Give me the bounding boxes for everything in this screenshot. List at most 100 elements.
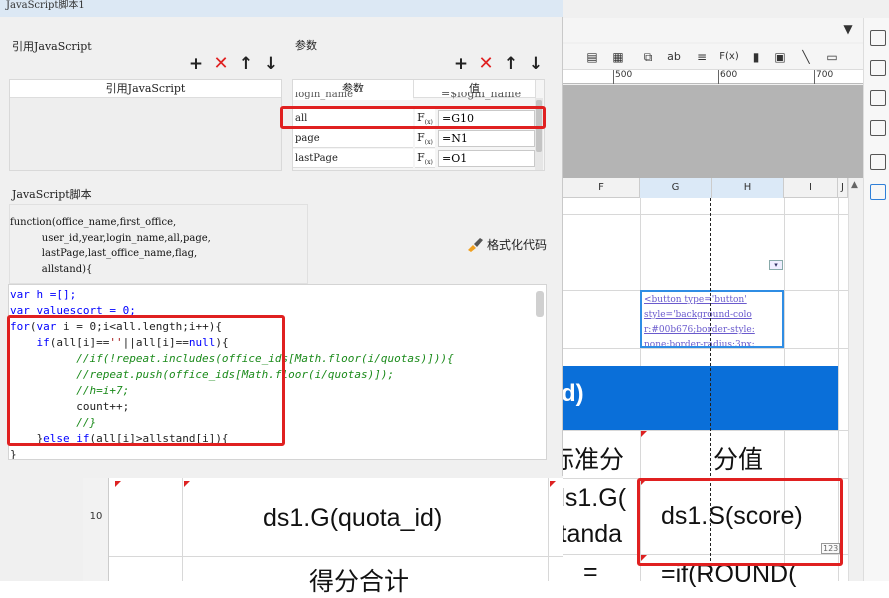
crop-icon[interactable] — [870, 90, 886, 106]
param-delete-button[interactable]: ✕ — [477, 55, 495, 73]
params-table[interactable]: 参数 值 login_name =$login_name all F(x) pa… — [292, 79, 545, 171]
link-icon[interactable] — [870, 184, 886, 200]
param-row-all[interactable]: all F(x) — [293, 109, 536, 129]
param-move-up-button[interactable]: ↑ — [502, 55, 520, 73]
param-name: all — [293, 109, 413, 128]
html-button-cell[interactable]: <button type='button' style='background-… — [640, 290, 784, 348]
params-section-label: 参数 — [295, 39, 317, 52]
signature-line: lastPage,last_office_name,flag, — [10, 248, 198, 259]
cell-border-icon[interactable]: ▤ — [583, 48, 601, 66]
bar-chart-icon[interactable]: ▮ — [747, 48, 765, 66]
code-string: '' — [109, 336, 123, 349]
param-row-partial[interactable]: login_name =$login_name — [293, 92, 536, 100]
param-move-down-button[interactable]: ↓ — [527, 55, 545, 73]
code-scrollbar[interactable] — [536, 291, 544, 317]
equals-cell[interactable]: = — [583, 558, 598, 587]
dropdown-arrow-icon[interactable]: ▼ — [839, 20, 857, 38]
fx-icon[interactable]: F(x) — [415, 149, 435, 168]
param-row-page[interactable]: page F(x) — [293, 129, 536, 149]
code-text: ||all[i]== — [122, 336, 189, 349]
code-keyword: if — [10, 336, 50, 349]
param-value-input[interactable] — [438, 110, 535, 127]
title-band[interactable]: d) — [561, 366, 838, 430]
ruler-label: 600 — [720, 70, 738, 80]
code-line: count++; — [10, 400, 130, 413]
html-code-line: style='background-colo — [644, 310, 752, 320]
html-code-line: r:#00b676;border-style: — [644, 325, 755, 335]
total-score-cell[interactable]: 得分合计 — [309, 562, 409, 598]
cell-badge: 123 — [821, 543, 841, 554]
column-i[interactable]: I — [784, 178, 838, 198]
code-text: ( — [29, 320, 37, 333]
quota-cell[interactable]: ds1.G(quota_id) — [263, 504, 442, 533]
brush-icon — [468, 238, 483, 252]
copy-icon[interactable]: ⧉ — [639, 48, 657, 66]
param-value-input[interactable] — [438, 130, 535, 147]
html-code-line: <button type='button' — [644, 295, 747, 305]
slash-line-icon[interactable]: ╲ — [797, 48, 815, 66]
column-header: F G H I J — [563, 178, 848, 198]
page-break-line — [710, 198, 711, 581]
panel-icon[interactable] — [870, 30, 886, 46]
grid-panel-icon[interactable] — [870, 60, 886, 76]
ruler-label: 700 — [816, 70, 834, 80]
ref-javascript-table[interactable]: 引用JavaScript — [9, 79, 282, 171]
scroll-up-icon[interactable]: ▲ — [851, 180, 858, 190]
param-value: =$login_name — [441, 92, 522, 100]
formula-cell[interactable]: =if(ROUND( — [661, 560, 796, 589]
code-text: i = 0;i<all.length;i++){ — [56, 320, 222, 333]
param-name: page — [293, 129, 413, 148]
table-icon[interactable]: ▦ — [609, 48, 627, 66]
sheet-grid: ▾ <button type='button' style='backgroun… — [547, 198, 848, 588]
designer-toolbar-top: ▼ — [563, 18, 863, 42]
ref-delete-button[interactable]: ✕ — [212, 55, 230, 73]
row-header: 10 — [83, 478, 109, 581]
text-ab-icon[interactable]: ab — [665, 48, 683, 66]
column-g[interactable]: G — [640, 178, 712, 198]
dropdown-marker[interactable]: ▾ — [769, 260, 783, 270]
format-code-button[interactable]: 格式化代码 — [466, 236, 547, 254]
score-header[interactable]: 分值 — [713, 440, 763, 476]
ref-move-down-button[interactable]: ↓ — [262, 55, 280, 73]
column-j[interactable]: J — [838, 178, 848, 198]
param-name: login_name — [293, 92, 413, 100]
ref-section-label: 引用JavaScript — [12, 40, 92, 53]
fx-icon[interactable]: F(x) — [415, 129, 435, 148]
code-editor[interactable]: var h =[]; var valuescort = 0; for(var i… — [8, 284, 547, 460]
code-keyword: else if — [43, 432, 90, 445]
param-value-input[interactable] — [438, 150, 535, 167]
row-number[interactable]: 10 — [83, 511, 109, 522]
javascript-dialog: JavaScript脚本1 引用JavaScript 参数 + ✕ ↑ ↓ + … — [0, 0, 563, 476]
params-scrollbar[interactable] — [535, 98, 543, 170]
param-name: lastPage — [293, 149, 413, 168]
dropdown-panel-icon[interactable] — [870, 120, 886, 136]
code-keyword: var — [36, 320, 57, 333]
ref-move-up-button[interactable]: ↑ — [237, 55, 255, 73]
signature-line: function(office_name,first_office, — [10, 217, 177, 228]
form-icon[interactable]: ▭ — [823, 48, 841, 66]
score-cell[interactable]: ds1.S(score) — [661, 502, 803, 531]
format-code-label: 格式化代码 — [487, 238, 548, 252]
vertical-scrollbar[interactable]: ▲ — [848, 178, 863, 581]
params-scroll-thumb[interactable] — [536, 100, 542, 152]
code-comment: //if(!repeat.includes(office_ids[Math.fl… — [10, 352, 454, 365]
code-line: } — [10, 448, 17, 460]
align-icon[interactable]: ≡ — [693, 48, 711, 66]
ruler-label: 500 — [615, 70, 633, 80]
html-code-line: none;border-radius:3px; — [644, 340, 755, 348]
code-text: ){ — [215, 336, 229, 349]
sheet-grid-left: ds1.G(quota_id) 得分合计 — [109, 478, 563, 596]
code-text: (all[i]== — [49, 336, 110, 349]
param-add-button[interactable]: + — [452, 55, 470, 73]
fx-icon[interactable]: F(x) — [415, 109, 435, 128]
formula-icon[interactable]: F(x) — [717, 48, 741, 66]
ref-add-button[interactable]: + — [187, 55, 205, 73]
image-icon[interactable]: ▣ — [771, 48, 789, 66]
param-row-lastpage[interactable]: lastPage F(x) — [293, 149, 536, 169]
column-f[interactable]: F — [563, 178, 640, 198]
script-section-label: JavaScript脚本 — [12, 188, 92, 201]
code-keyword: null — [188, 336, 216, 349]
right-side-panel — [863, 18, 889, 581]
stack-icon[interactable] — [870, 154, 886, 170]
column-h[interactable]: H — [712, 178, 784, 198]
